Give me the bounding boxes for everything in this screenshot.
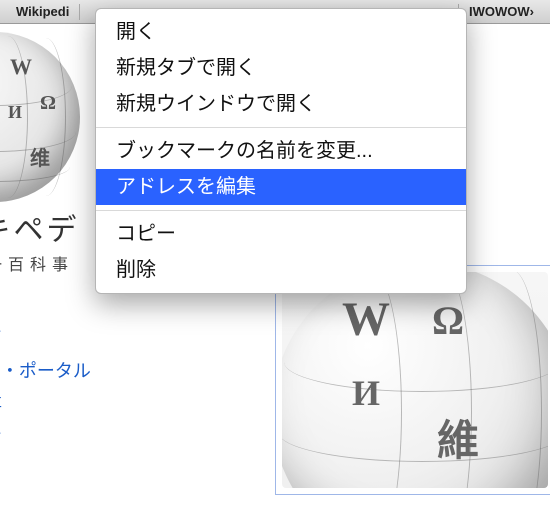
menu-item-open[interactable]: 開く xyxy=(96,14,466,50)
sidebar-link[interactable]: ページ xyxy=(0,320,138,354)
sidebar-link[interactable]: 更新 xyxy=(0,456,138,490)
menu-item-delete[interactable]: 削除 xyxy=(96,252,466,288)
sidebar-link[interactable]: 出来事 xyxy=(0,388,138,422)
menu-separator xyxy=(96,210,466,211)
sidebar-nav: ページ ニティ・ポータル 出来事 ページ 更新 xyxy=(0,320,138,490)
menu-item-edit-address[interactable]: アドレスを編集 xyxy=(96,169,466,205)
menu-item-open-new-tab[interactable]: 新規タブで開く xyxy=(96,50,466,86)
context-menu: 開く 新規タブで開く 新規ウインドウで開く ブックマークの名前を変更... アド… xyxy=(95,8,467,294)
content-image-card: W Ω И 維 xyxy=(275,265,550,495)
menu-item-open-new-window[interactable]: 新規ウインドウで開く xyxy=(96,86,466,122)
bookmark-item-wowow[interactable]: IWOWOW› xyxy=(459,4,544,19)
wikipedia-globe-image: W Ω И 維 xyxy=(282,272,548,488)
wikipedia-logo: W Ω И 维 xyxy=(0,32,80,202)
sidebar-link[interactable]: ニティ・ポータル xyxy=(0,354,138,388)
bookmark-divider xyxy=(79,4,80,20)
menu-item-copy[interactable]: コピー xyxy=(96,216,466,252)
menu-separator xyxy=(96,127,466,128)
bookmark-item-wikipedia[interactable]: Wikipedi xyxy=(6,4,79,19)
menu-item-rename-bookmark[interactable]: ブックマークの名前を変更... xyxy=(96,133,466,169)
sidebar-link[interactable]: ページ xyxy=(0,422,138,456)
